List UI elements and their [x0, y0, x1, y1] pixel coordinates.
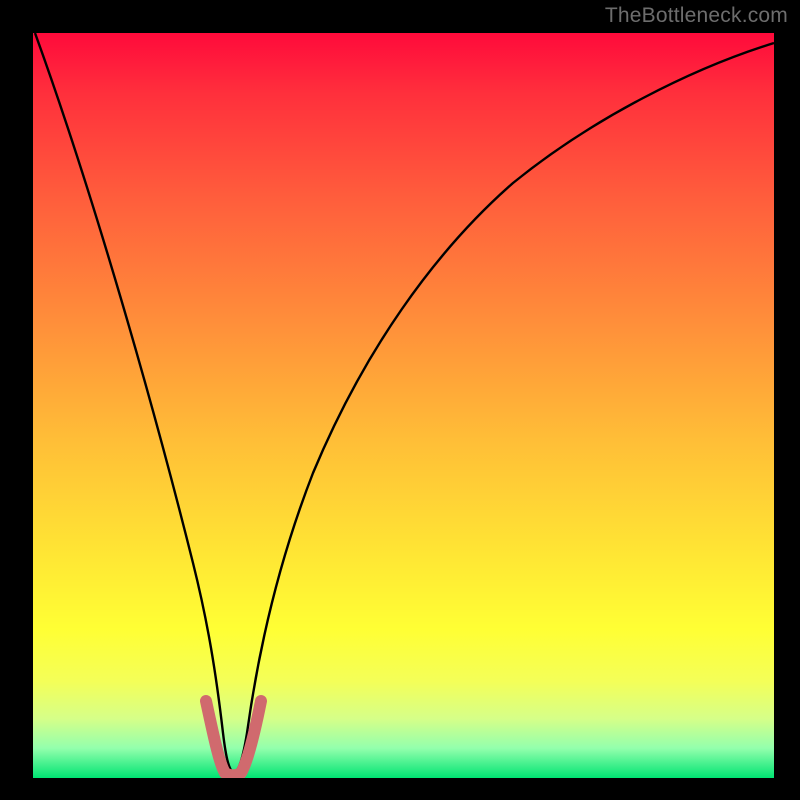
plot-area: [33, 33, 774, 778]
highlight-segment: [206, 701, 261, 775]
watermark-text: TheBottleneck.com: [605, 4, 788, 28]
bottleneck-curve: [35, 33, 774, 773]
curve-layer: [33, 33, 774, 778]
chart-frame: TheBottleneck.com: [0, 0, 800, 800]
